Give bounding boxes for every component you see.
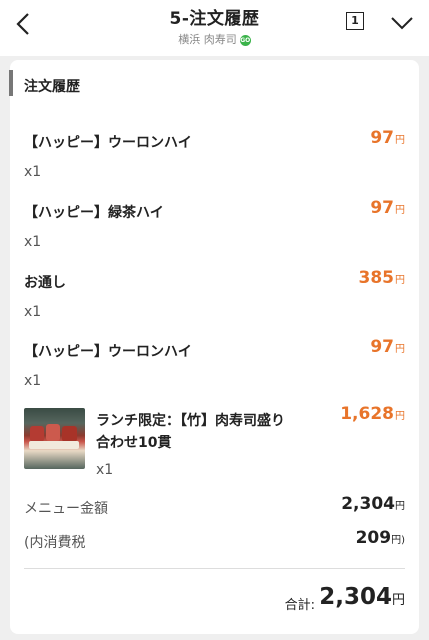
price-unit: 円 [391, 593, 405, 608]
tax-value: 209円) [356, 528, 405, 548]
item-name: ランチ限定：【竹】肉寿司盛り 合わせ10貫 [96, 410, 285, 454]
item-name-line1: ランチ限定：【竹】肉寿司盛り [96, 413, 285, 429]
page-title: 5-注文履歴 [169, 9, 260, 29]
item-price: 385円 [359, 268, 406, 288]
tax-label: (内消費税 [24, 535, 86, 551]
item-qty: x1 [24, 164, 42, 180]
price-unit: 円 [395, 344, 405, 355]
item-qty: x1 [24, 234, 42, 250]
item-qty: x1 [24, 373, 42, 389]
item-price: 97円 [370, 198, 405, 218]
price-unit: 円 [395, 501, 405, 512]
grand-total-label: 合計: [284, 598, 315, 613]
grand-total-value: 2,304円 [319, 584, 405, 610]
sushi-photo [24, 408, 85, 469]
price-value: 97 [370, 198, 394, 218]
price-value: 1,628 [340, 404, 394, 424]
table-number-badge[interactable]: 1 [346, 12, 364, 30]
price-unit: 円 [395, 275, 405, 286]
price-value: 97 [370, 337, 394, 357]
item-name: お通し [24, 275, 66, 291]
price-value: 385 [358, 268, 395, 288]
tax-amount: 209 [355, 528, 392, 548]
tax-unit: 円) [391, 535, 405, 546]
item-price: 97円 [370, 337, 405, 357]
store-badge-icon: GO [239, 34, 251, 46]
item-name: 【ハッピー】緑茶ハイ [24, 205, 164, 221]
divider [24, 568, 405, 569]
store-name: 横浜 肉寿司 [178, 33, 237, 46]
price-unit: 円 [395, 205, 405, 216]
item-price: 97円 [370, 128, 405, 148]
menu-total-value: 2,304円 [341, 494, 405, 514]
section-title: 注文履歴 [24, 79, 80, 95]
item-price: 1,628円 [340, 404, 405, 424]
item-name: 【ハッピー】ウーロンハイ [24, 344, 192, 360]
section-accent-bar [9, 70, 13, 96]
item-name-line2: 合わせ10貫 [96, 435, 172, 451]
menu-total-amount: 2,304 [341, 494, 395, 514]
price-unit: 円 [395, 411, 405, 422]
order-history-card: 注文履歴 【ハッピー】ウーロンハイ 97円 x1 【ハッピー】緑茶ハイ 97円 … [9, 60, 419, 634]
store-subtitle: 横浜 肉寿司 GO [0, 31, 429, 47]
title-block: 5-注文履歴 横浜 肉寿司 GO [0, 4, 429, 47]
price-unit: 円 [395, 135, 405, 146]
item-qty: x1 [24, 304, 42, 320]
price-value: 97 [370, 128, 394, 148]
app-header: 5-注文履歴 横浜 肉寿司 GO 1 [0, 0, 429, 56]
item-qty: x1 [96, 462, 114, 478]
chevron-down-icon[interactable] [389, 12, 415, 34]
grand-total-amount: 2,304 [319, 584, 392, 610]
item-name: 【ハッピー】ウーロンハイ [24, 135, 192, 151]
menu-total-label: メニュー金額 [24, 501, 108, 517]
